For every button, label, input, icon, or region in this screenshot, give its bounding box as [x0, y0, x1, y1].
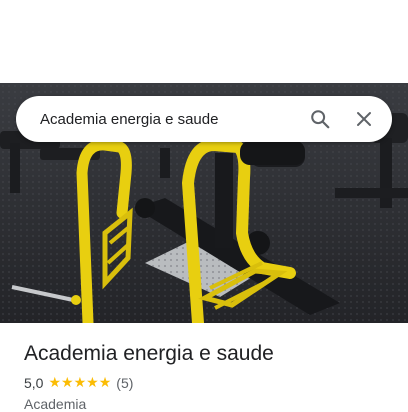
rating-row[interactable]: 5,0 ★ ★ ★ ★ ★ (5) — [24, 375, 133, 391]
star-icon: ★ — [61, 375, 74, 391]
star-icon: ★ — [73, 375, 87, 391]
close-button[interactable] — [344, 99, 384, 139]
map-top-area — [0, 0, 408, 83]
search-icon — [311, 110, 330, 129]
place-title[interactable]: Academia energia e saude — [24, 342, 274, 366]
star-rating: ★ ★ ★ ★ ★ — [48, 376, 111, 390]
star-icon: ★ — [48, 375, 62, 391]
place-category: Academia — [24, 396, 87, 412]
rating-value: 5,0 — [24, 375, 44, 391]
place-info-panel[interactable]: Academia energia e saude 5,0 ★ ★ ★ ★ ★ (… — [0, 323, 408, 412]
search-button[interactable] — [300, 99, 340, 139]
close-icon — [357, 112, 371, 126]
search-bar[interactable]: Academia energia e saude — [16, 96, 392, 142]
star-icon: ★ — [86, 375, 99, 391]
search-input[interactable]: Academia energia e saude — [40, 111, 300, 128]
star-icon: ★ — [98, 375, 112, 391]
review-count[interactable]: (5) — [116, 375, 133, 391]
